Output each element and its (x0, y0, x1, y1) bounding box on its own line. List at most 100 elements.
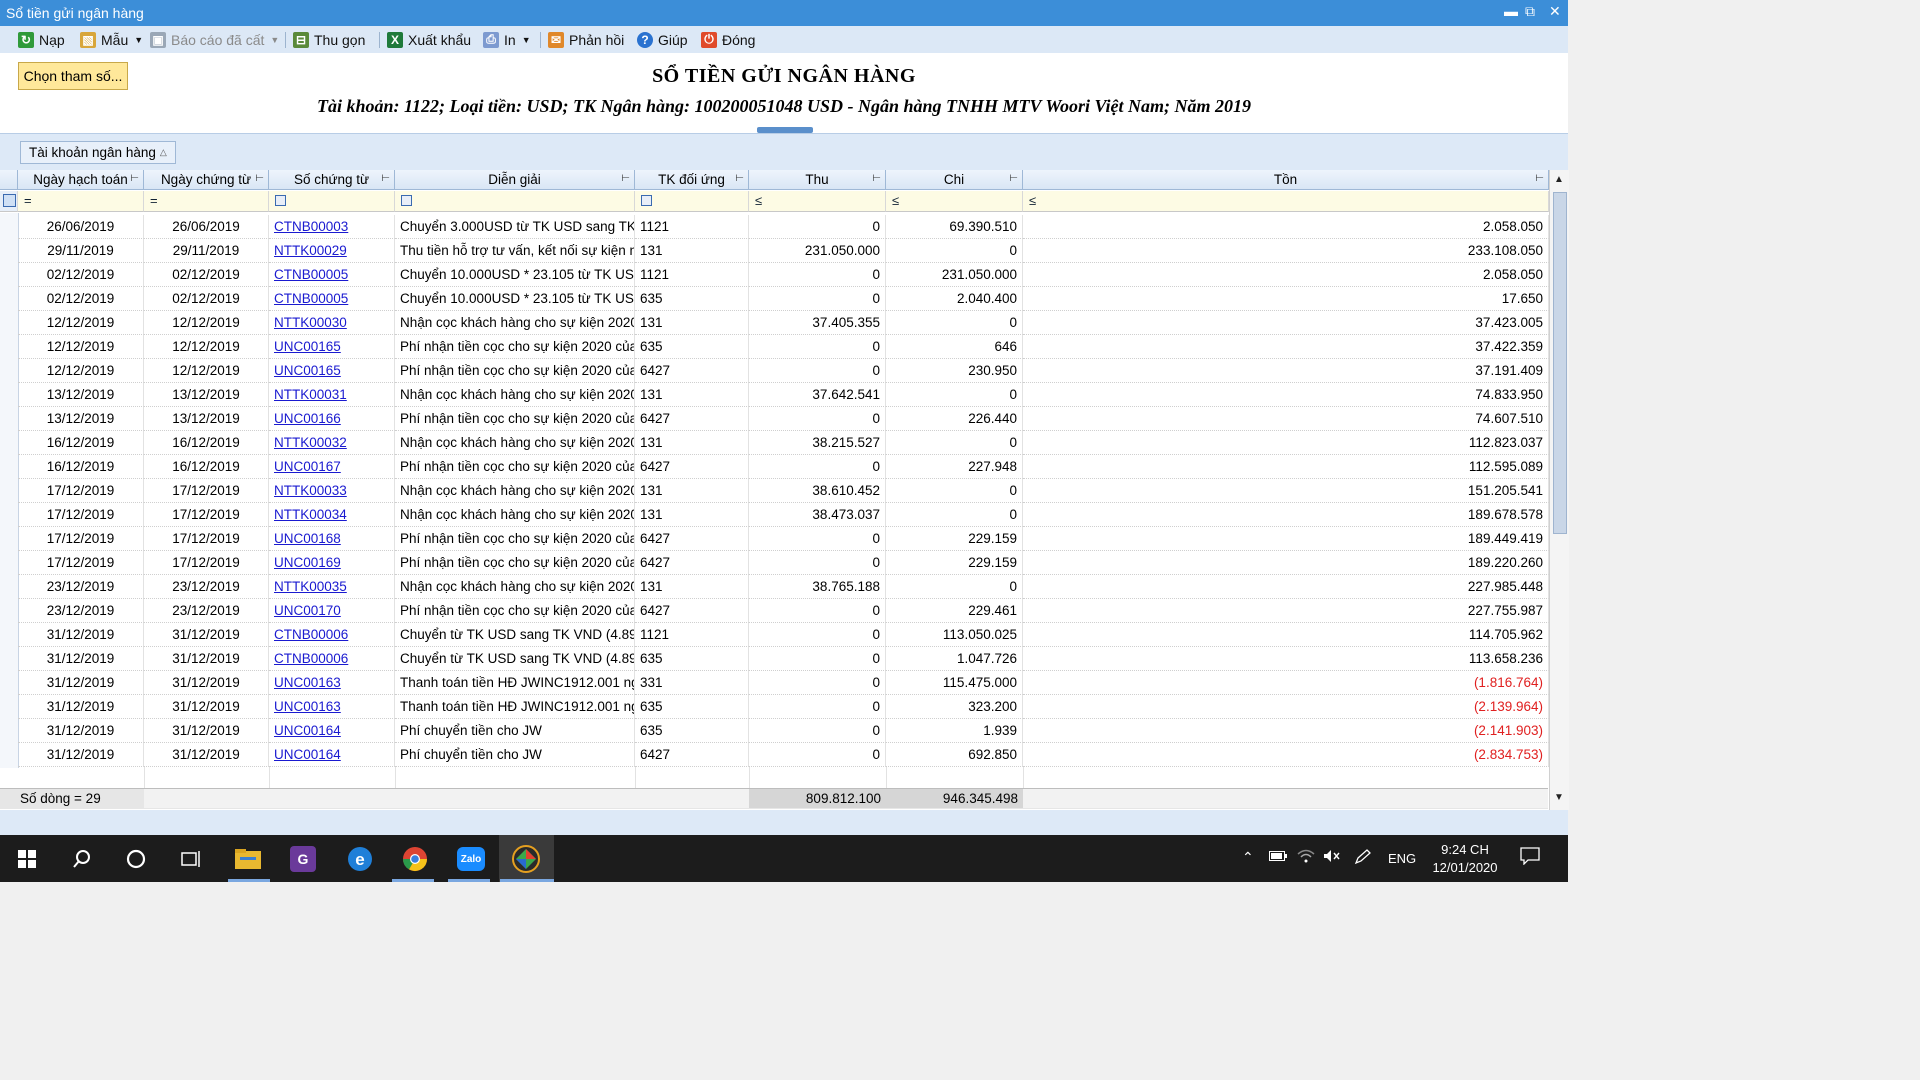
scroll-down-icon[interactable]: ▼ (1554, 792, 1564, 803)
table-row[interactable]: 31/12/2019 31/12/2019 CTNB00006 Chuyển từ T… (0, 647, 1549, 671)
cell-so-chung-tu[interactable]: UNC00165 (269, 335, 395, 359)
table-row[interactable]: 12/12/2019 12/12/2019 UNC00165 Phí nhận tiề… (0, 335, 1549, 359)
filter-operator[interactable]: = (150, 193, 158, 208)
table-row[interactable]: 29/11/2019 29/11/2019 NTTK00029 Thu tiền hỗ… (0, 239, 1549, 263)
system-clock[interactable]: 9:24 CH 12/01/2020 (1432, 841, 1498, 877)
column-header-ton[interactable]: Tồn ⊢ (1023, 170, 1549, 190)
pin-icon[interactable]: ⊢ (872, 173, 881, 184)
xuat-khau-button[interactable]: X Xuất khẩu (387, 29, 471, 50)
vertical-scrollbar[interactable]: ▲ ▼ (1549, 170, 1569, 810)
table-row[interactable]: 26/06/2019 26/06/2019 CTNB00003 Chuyển 3.00… (0, 215, 1549, 239)
table-row[interactable]: 17/12/2019 17/12/2019 NTTK00033 Nhận cọc kh… (0, 479, 1549, 503)
filter-checkbox-icon[interactable] (275, 195, 286, 206)
cell-so-chung-tu[interactable]: UNC00166 (269, 407, 395, 431)
column-header-thu[interactable]: Thu ⊢ (749, 170, 886, 190)
cell-so-chung-tu[interactable]: NTTK00031 (269, 383, 395, 407)
misa-app-icon[interactable] (511, 844, 541, 874)
wifi-icon[interactable] (1297, 849, 1315, 866)
input-language[interactable]: ENG (1388, 851, 1416, 866)
filter-chi[interactable]: ≤ (886, 191, 1023, 212)
pin-icon[interactable]: ⊢ (255, 173, 264, 184)
pin-icon[interactable]: ⊢ (621, 173, 630, 184)
table-row[interactable]: 12/12/2019 12/12/2019 UNC00165 Phí nhận tiề… (0, 359, 1549, 383)
filter-ngay-hach-toan[interactable]: = (18, 191, 144, 212)
chrome-icon[interactable] (400, 844, 430, 874)
table-row[interactable]: 13/12/2019 13/12/2019 NTTK00031 Nhận cọc kh… (0, 383, 1549, 407)
bao-cao-da-cat-dropdown[interactable]: ▣ Báo cáo đã cất ▼ (150, 29, 279, 50)
cell-so-chung-tu[interactable]: CTNB00006 (269, 623, 395, 647)
nap-button[interactable]: ↻ Nạp (18, 29, 65, 50)
search-icon[interactable] (67, 844, 97, 874)
filter-operator[interactable]: ≤ (892, 193, 899, 208)
pin-icon[interactable]: ⊢ (381, 173, 390, 184)
cell-so-chung-tu[interactable]: UNC00169 (269, 551, 395, 575)
zalo-icon[interactable]: Zalo (456, 844, 486, 874)
table-row[interactable]: 02/12/2019 02/12/2019 CTNB00005 Chuyển 10.0… (0, 263, 1549, 287)
restore-icon[interactable]: ⧉ (1525, 3, 1535, 20)
table-row[interactable]: 31/12/2019 31/12/2019 UNC00164 Phí chuyển t… (0, 743, 1549, 767)
windows-start-icon[interactable] (12, 844, 42, 874)
filter-so-chung-tu[interactable] (269, 191, 395, 212)
close-icon[interactable]: ✕ (1549, 3, 1561, 20)
cell-so-chung-tu[interactable]: CTNB00003 (269, 215, 395, 239)
column-header-so-chung-tu[interactable]: Số chứng từ ⊢ (269, 170, 395, 190)
pdf-app-icon[interactable]: G (288, 844, 318, 874)
pen-icon[interactable] (1354, 849, 1372, 868)
cortana-icon[interactable] (121, 844, 151, 874)
pin-icon[interactable]: ⊢ (735, 173, 744, 184)
table-row[interactable]: 16/12/2019 16/12/2019 UNC00167 Phí nhận tiề… (0, 455, 1549, 479)
filter-ngay-chung-tu[interactable]: = (144, 191, 269, 212)
phan-hoi-button[interactable]: ✉ Phản hồi (548, 29, 624, 50)
dong-button[interactable]: ⏻ Đóng (701, 29, 755, 50)
table-row[interactable]: 31/12/2019 31/12/2019 UNC00163 Thanh toán t… (0, 695, 1549, 719)
table-row[interactable]: 23/12/2019 23/12/2019 NTTK00035 Nhận cọc kh… (0, 575, 1549, 599)
file-explorer-icon[interactable] (233, 844, 263, 874)
column-header-dien-giai[interactable]: Diễn giải ⊢ (395, 170, 635, 190)
in-dropdown[interactable]: ⎙ In ▼ (483, 29, 531, 50)
table-row[interactable]: 16/12/2019 16/12/2019 NTTK00032 Nhận cọc kh… (0, 431, 1549, 455)
cell-so-chung-tu[interactable]: NTTK00033 (269, 479, 395, 503)
filter-ton[interactable]: ≤ (1023, 191, 1549, 212)
filter-operator[interactable]: ≤ (1029, 193, 1036, 208)
filter-operator[interactable]: = (24, 193, 32, 208)
filter-tk-doi-ung[interactable] (635, 191, 749, 212)
table-row[interactable]: 31/12/2019 31/12/2019 CTNB00006 Chuyển từ T… (0, 623, 1549, 647)
table-row[interactable]: 23/12/2019 23/12/2019 UNC00170 Phí nhận tiề… (0, 599, 1549, 623)
cell-so-chung-tu[interactable]: UNC00165 (269, 359, 395, 383)
table-row[interactable]: 17/12/2019 17/12/2019 UNC00169 Phí nhận tiề… (0, 551, 1549, 575)
cell-so-chung-tu[interactable]: CTNB00006 (269, 647, 395, 671)
table-row[interactable]: 17/12/2019 17/12/2019 UNC00168 Phí nhận tiề… (0, 527, 1549, 551)
filter-checkbox-icon[interactable] (401, 195, 412, 206)
pin-icon[interactable]: ⊢ (1009, 173, 1018, 184)
table-row[interactable]: 31/12/2019 31/12/2019 UNC00163 Thanh toán t… (0, 671, 1549, 695)
pin-icon[interactable]: ⊢ (1535, 173, 1544, 184)
group-chip-tai-khoan[interactable]: Tài khoản ngân hàng △ (20, 141, 176, 164)
column-header-chi[interactable]: Chi ⊢ (886, 170, 1023, 190)
scrollbar-thumb[interactable] (1553, 192, 1567, 534)
table-row[interactable]: 12/12/2019 12/12/2019 NTTK00030 Nhận cọc kh… (0, 311, 1549, 335)
filter-dien-giai[interactable] (395, 191, 635, 212)
table-row[interactable]: 31/12/2019 31/12/2019 UNC00164 Phí chuyển t… (0, 719, 1549, 743)
cell-so-chung-tu[interactable]: UNC00163 (269, 671, 395, 695)
cell-so-chung-tu[interactable]: UNC00164 (269, 743, 395, 767)
giup-button[interactable]: ? Giúp (637, 29, 688, 50)
notification-icon[interactable] (1520, 847, 1540, 868)
battery-icon[interactable] (1269, 849, 1287, 864)
cell-so-chung-tu[interactable]: UNC00163 (269, 695, 395, 719)
cell-so-chung-tu[interactable]: UNC00167 (269, 455, 395, 479)
table-row[interactable]: 02/12/2019 02/12/2019 CTNB00005 Chuyển 10.0… (0, 287, 1549, 311)
cell-so-chung-tu[interactable]: NTTK00034 (269, 503, 395, 527)
pin-icon[interactable]: ⊢ (130, 173, 139, 184)
filter-row-icon[interactable] (0, 191, 18, 212)
column-header-tk-doi-ung[interactable]: TK đối ứng ⊢ (635, 170, 749, 190)
cell-so-chung-tu[interactable]: NTTK00032 (269, 431, 395, 455)
column-header-ngay-chung-tu[interactable]: Ngày chứng từ ⊢ (144, 170, 269, 190)
thu-gon-button[interactable]: ⊟ Thu gọn (293, 29, 365, 50)
cell-so-chung-tu[interactable]: NTTK00035 (269, 575, 395, 599)
volume-muted-icon[interactable] (1323, 849, 1341, 866)
cell-so-chung-tu[interactable]: UNC00168 (269, 527, 395, 551)
scroll-up-icon[interactable]: ▲ (1554, 174, 1564, 185)
cell-so-chung-tu[interactable]: CTNB00005 (269, 287, 395, 311)
filter-thu[interactable]: ≤ (749, 191, 886, 212)
cell-so-chung-tu[interactable]: NTTK00030 (269, 311, 395, 335)
